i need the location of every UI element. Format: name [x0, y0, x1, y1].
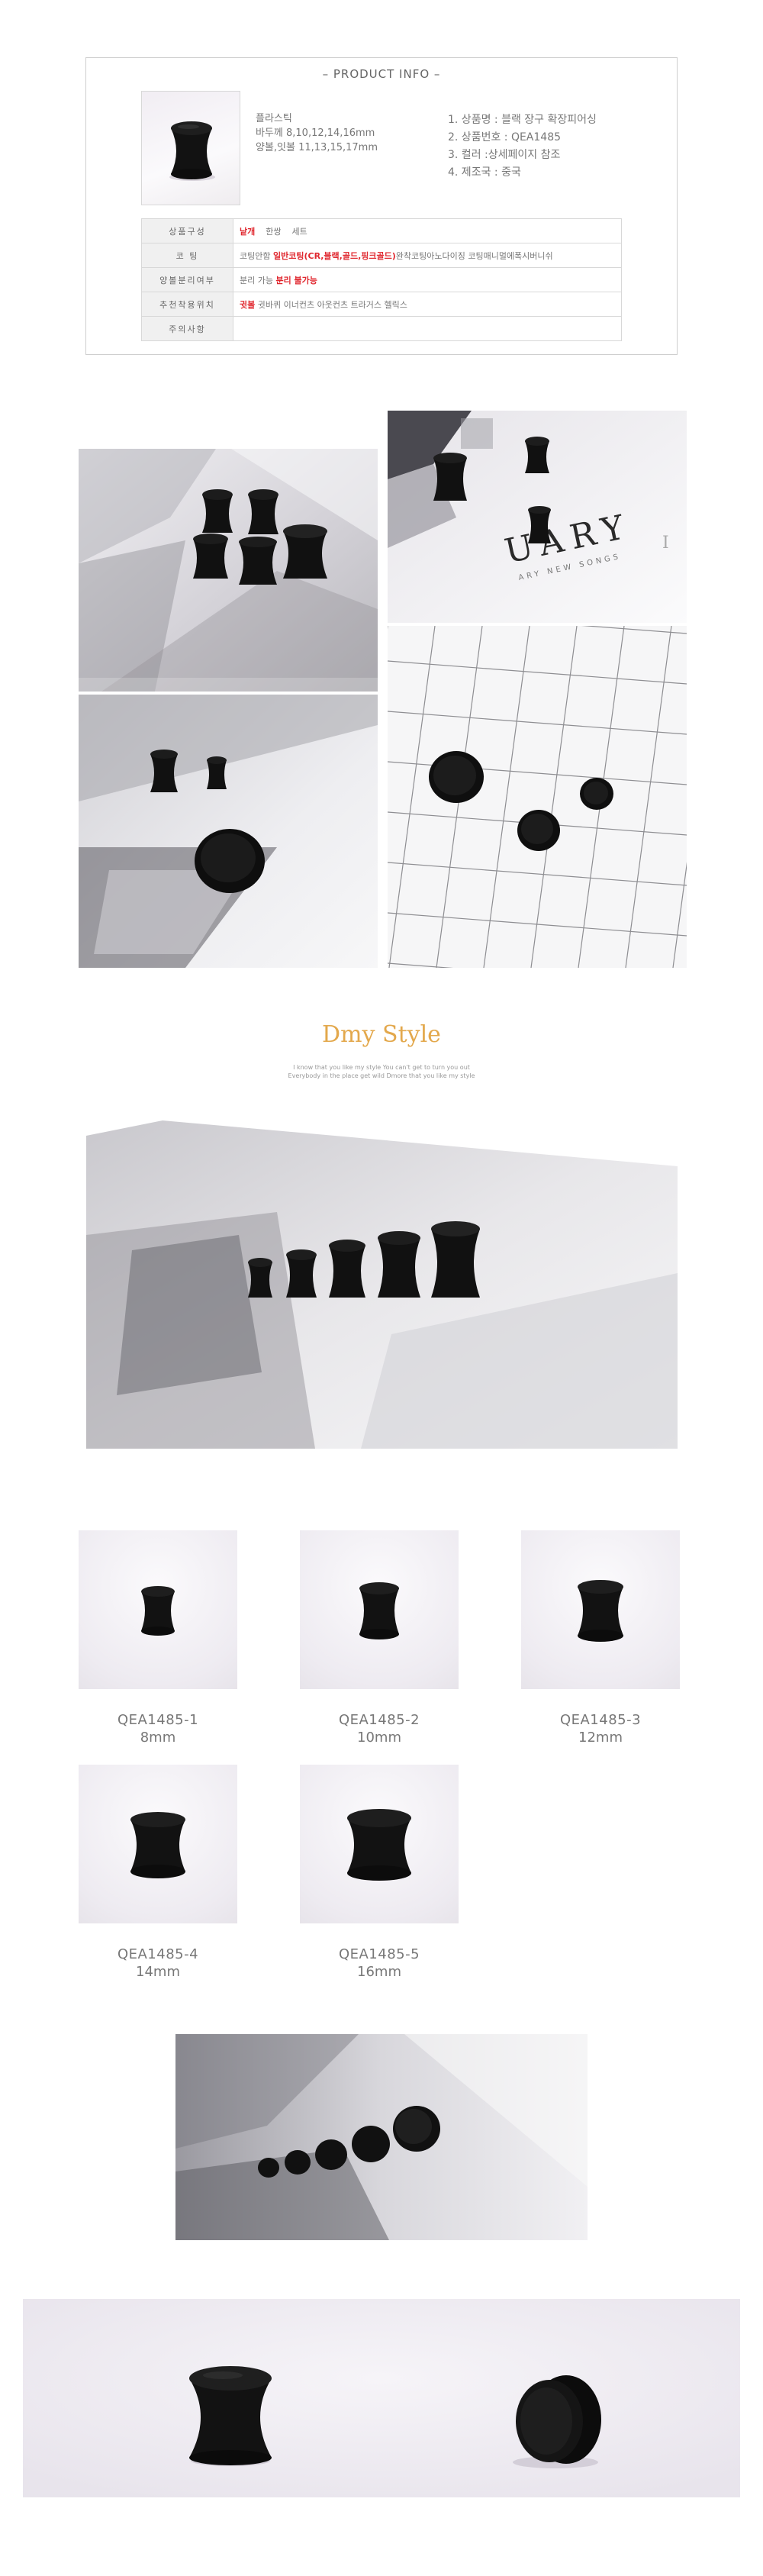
calendar-numeral-icon: I	[662, 534, 669, 553]
table-row: 주의사항	[141, 316, 622, 341]
item-card-2[interactable]	[300, 1530, 459, 1689]
item-card-1[interactable]	[79, 1530, 237, 1689]
option-label: 추천착용위치	[141, 292, 233, 317]
item-code: QEA1485-2	[338, 1712, 420, 1728]
product-detail-page: – PRODUCT INFO – 플라스틱 바두께 8,10,12,14,16m…	[0, 0, 763, 2576]
brand-tagline: I know that you like my style You can't …	[0, 1063, 763, 1080]
photo-diagonal-lineup	[175, 2034, 588, 2240]
product-info-box: – PRODUCT INFO – 플라스틱 바두께 8,10,12,14,16m…	[85, 57, 678, 355]
item-code: QEA1485-1	[117, 1712, 199, 1728]
plug-10mm-image	[359, 1582, 399, 1639]
table-row: 양볼분리여부 분리 가능 분리 불가능	[141, 267, 622, 292]
product-brief: 플라스틱 바두께 8,10,12,14,16mm 양볼,잇볼 11,13,15,…	[256, 111, 378, 155]
photo-album-plugs	[79, 695, 378, 968]
sizes-text: 바두께 8,10,12,14,16mm	[256, 127, 375, 139]
spec-list: 1. 상품명 : 블랙 장구 확장피어싱 2. 상품번호 : QEA1485 3…	[448, 111, 597, 182]
photo-five-plugs-on-book	[79, 449, 378, 692]
item-card-4[interactable]	[79, 1765, 237, 1923]
option-label: 주의사항	[141, 316, 233, 341]
option-value: 낱개 한쌍 세트	[233, 218, 622, 243]
item-card-5[interactable]	[300, 1765, 459, 1923]
material-text: 플라스틱	[256, 113, 292, 124]
plug-12mm-image	[578, 1580, 623, 1642]
plug-14mm-image	[130, 1812, 185, 1878]
option-text: 완착코팅아노다이징 코팅매니멀에폭시버니쉬	[395, 250, 553, 261]
option-value: 코팅안함 일반코팅(CR,블랙,골드,핑크골드)완착코팅아노다이징 코팅매니멀에…	[233, 243, 622, 268]
item-size: 8mm	[140, 1730, 176, 1746]
item-code: QEA1485-5	[338, 1946, 420, 1962]
table-row: 코 팅 코팅안함 일반코팅(CR,블랙,골드,핑크골드)완착코팅아노다이징 코팅…	[141, 243, 622, 268]
option-value: 귓볼 귓바퀴 이너컨츠 아웃컨츠 트라거스 헬릭스	[233, 292, 622, 317]
ball-sizes-text: 양볼,잇볼 11,13,15,17mm	[256, 142, 378, 153]
option-text: 귓바퀴 이너컨츠 아웃컨츠 트라거스 헬릭스	[257, 299, 407, 310]
photo-closeup-pair	[23, 2299, 740, 2497]
option-selected: 귓볼	[240, 299, 256, 310]
product-info-title: – PRODUCT INFO –	[322, 67, 441, 81]
option-label: 양볼분리여부	[141, 267, 233, 292]
option-text: 한쌍	[266, 226, 282, 237]
option-value: 분리 가능 분리 불가능	[233, 267, 622, 292]
spec-item: 1. 상품명 : 블랙 장구 확장피어싱	[448, 114, 597, 126]
option-selected: 분리 불가능	[275, 275, 317, 285]
brand-tagline-line: Everybody in the place get wild Dmore th…	[288, 1072, 475, 1079]
option-value	[233, 316, 622, 341]
item-size: 14mm	[136, 1964, 180, 1980]
option-text: 분리 가능	[240, 275, 273, 285]
item-size: 10mm	[357, 1730, 401, 1746]
option-label: 코 팅	[141, 243, 233, 268]
product-thumbnail	[141, 91, 240, 205]
plug-16mm-image	[347, 1809, 411, 1881]
photo-calendar-plugs: UARY ARY NEW SONGS I	[388, 411, 687, 623]
brand-tagline-line: I know that you like my style You can't …	[293, 1064, 470, 1071]
option-label: 상품구성	[141, 218, 233, 243]
plug-8mm-image	[141, 1586, 175, 1636]
item-size: 12mm	[578, 1730, 623, 1746]
item-size: 16mm	[357, 1964, 401, 1980]
option-selected: 낱개	[240, 226, 256, 237]
option-selected: 일반코팅(CR,블랙,골드,핑크골드)	[272, 250, 396, 261]
spec-item: 3. 컬러 :상세페이지 참조	[448, 149, 561, 161]
photo-grid-plugs	[388, 626, 687, 968]
table-row: 추천착용위치 귓볼 귓바퀴 이너컨츠 아웃컨츠 트라거스 헬릭스	[141, 292, 622, 317]
table-row: 상품구성 낱개 한쌍 세트	[141, 218, 622, 243]
spec-item: 4. 제조국 : 중국	[448, 166, 521, 179]
option-text: 세트	[291, 226, 307, 237]
item-code: QEA1485-4	[117, 1946, 199, 1962]
brand-title: Dmy Style	[322, 1021, 441, 1048]
plug-thumbnail-image	[169, 121, 215, 181]
option-text: 코팅안함	[240, 250, 271, 261]
item-card-3[interactable]	[521, 1530, 680, 1689]
photo-size-lineup	[86, 1120, 678, 1449]
spec-item: 2. 상품번호 : QEA1485	[448, 131, 562, 143]
option-table: 상품구성 낱개 한쌍 세트 코 팅 코팅안함 일반코팅(CR,블랙,골드,핑크골드)…	[141, 218, 622, 341]
item-code: QEA1485-3	[559, 1712, 642, 1728]
